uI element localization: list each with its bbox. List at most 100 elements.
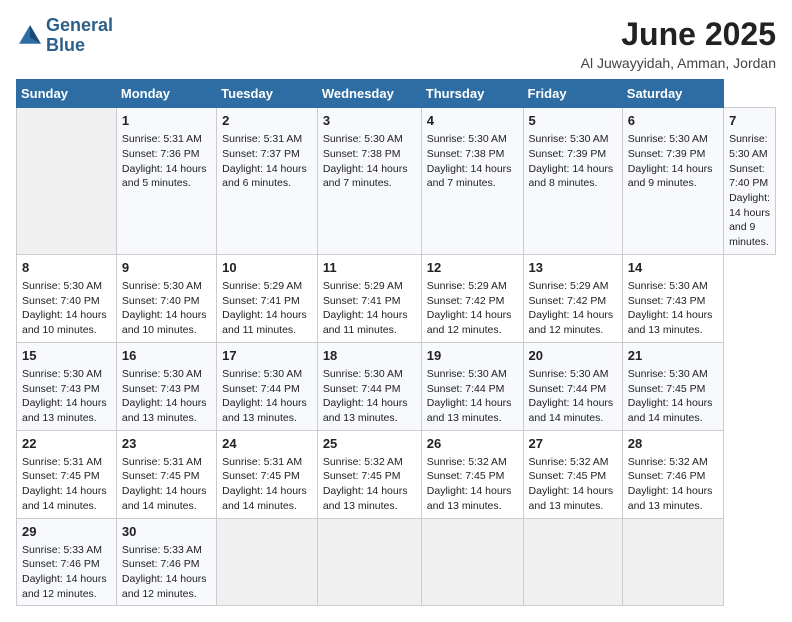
sunset-text: Sunset: 7:39 PM <box>529 148 607 160</box>
daylight-text: Daylight: 14 hours and 11 minutes. <box>323 309 408 336</box>
sunset-text: Sunset: 7:46 PM <box>22 558 100 570</box>
sunrise-text: Sunrise: 5:33 AM <box>122 544 202 556</box>
cell-content: 18Sunrise: 5:30 AMSunset: 7:44 PMDayligh… <box>323 347 416 426</box>
sunset-text: Sunset: 7:44 PM <box>323 383 401 395</box>
header-tuesday: Tuesday <box>217 80 318 108</box>
day-number: 12 <box>427 259 518 277</box>
sunrise-text: Sunrise: 5:30 AM <box>628 133 708 145</box>
cell-content: 2Sunrise: 5:31 AMSunset: 7:37 PMDaylight… <box>222 112 312 191</box>
cell-content: 20Sunrise: 5:30 AMSunset: 7:44 PMDayligh… <box>529 347 617 426</box>
day-number: 5 <box>529 112 617 130</box>
header-thursday: Thursday <box>421 80 523 108</box>
calendar-cell: 13Sunrise: 5:29 AMSunset: 7:42 PMDayligh… <box>523 254 622 342</box>
daylight-text: Daylight: 14 hours and 13 minutes. <box>222 397 307 424</box>
cell-content: 25Sunrise: 5:32 AMSunset: 7:45 PMDayligh… <box>323 435 416 514</box>
daylight-text: Daylight: 14 hours and 12 minutes. <box>22 573 107 600</box>
cell-content: 26Sunrise: 5:32 AMSunset: 7:45 PMDayligh… <box>427 435 518 514</box>
month-title: June 2025 <box>581 16 776 53</box>
calendar-cell: 25Sunrise: 5:32 AMSunset: 7:45 PMDayligh… <box>317 430 421 518</box>
day-number: 29 <box>22 523 111 541</box>
daylight-text: Daylight: 14 hours and 9 minutes. <box>729 192 770 248</box>
sunrise-text: Sunrise: 5:30 AM <box>122 280 202 292</box>
day-number: 8 <box>22 259 111 277</box>
calendar-cell: 20Sunrise: 5:30 AMSunset: 7:44 PMDayligh… <box>523 342 622 430</box>
sunrise-text: Sunrise: 5:30 AM <box>427 368 507 380</box>
day-number: 23 <box>122 435 211 453</box>
cell-content: 15Sunrise: 5:30 AMSunset: 7:43 PMDayligh… <box>22 347 111 426</box>
sunset-text: Sunset: 7:41 PM <box>323 295 401 307</box>
sunset-text: Sunset: 7:40 PM <box>22 295 100 307</box>
calendar-week-row: 1Sunrise: 5:31 AMSunset: 7:36 PMDaylight… <box>17 108 776 255</box>
calendar-cell: 24Sunrise: 5:31 AMSunset: 7:45 PMDayligh… <box>217 430 318 518</box>
daylight-text: Daylight: 14 hours and 14 minutes. <box>529 397 614 424</box>
day-number: 6 <box>628 112 718 130</box>
sunrise-text: Sunrise: 5:31 AM <box>122 133 202 145</box>
sunset-text: Sunset: 7:45 PM <box>427 470 505 482</box>
cell-content: 22Sunrise: 5:31 AMSunset: 7:45 PMDayligh… <box>22 435 111 514</box>
sunrise-text: Sunrise: 5:30 AM <box>222 368 302 380</box>
header-monday: Monday <box>116 80 216 108</box>
header: General Blue June 2025 Al Juwayyidah, Am… <box>16 16 776 71</box>
sunrise-text: Sunrise: 5:30 AM <box>323 133 403 145</box>
daylight-text: Daylight: 14 hours and 13 minutes. <box>427 485 512 512</box>
calendar-cell: 15Sunrise: 5:30 AMSunset: 7:43 PMDayligh… <box>17 342 117 430</box>
sunrise-text: Sunrise: 5:33 AM <box>22 544 102 556</box>
sunset-text: Sunset: 7:45 PM <box>628 383 706 395</box>
sunset-text: Sunset: 7:40 PM <box>729 163 768 190</box>
sunrise-text: Sunrise: 5:31 AM <box>222 456 302 468</box>
daylight-text: Daylight: 14 hours and 7 minutes. <box>427 163 512 190</box>
sunset-text: Sunset: 7:45 PM <box>122 470 200 482</box>
calendar-cell: 29 Sunrise: 5:33 AM Sunset: 7:46 PM Dayligh… <box>17 518 117 606</box>
calendar-cell: 12Sunrise: 5:29 AMSunset: 7:42 PMDayligh… <box>421 254 523 342</box>
sunrise-text: Sunrise: 5:30 AM <box>729 133 768 160</box>
sunset-text: Sunset: 7:41 PM <box>222 295 300 307</box>
cell-content: 5 Sunrise: 5:30 AM Sunset: 7:39 PM Daylight… <box>529 112 617 191</box>
day-number: 10 <box>222 259 312 277</box>
calendar-cell: 10Sunrise: 5:29 AMSunset: 7:41 PMDayligh… <box>217 254 318 342</box>
cell-content: 13Sunrise: 5:29 AMSunset: 7:42 PMDayligh… <box>529 259 617 338</box>
sunset-text: Sunset: 7:45 PM <box>222 470 300 482</box>
daylight-text: Daylight: 14 hours and 12 minutes. <box>122 573 207 600</box>
sunset-text: Sunset: 7:44 PM <box>427 383 505 395</box>
day-number: 20 <box>529 347 617 365</box>
day-number: 25 <box>323 435 416 453</box>
header-wednesday: Wednesday <box>317 80 421 108</box>
calendar-week-row: 8 Sunrise: 5:30 AM Sunset: 7:40 PM Daylight… <box>17 254 776 342</box>
sunset-text: Sunset: 7:42 PM <box>529 295 607 307</box>
calendar-cell <box>17 108 117 255</box>
sunset-text: Sunset: 7:45 PM <box>22 470 100 482</box>
sunset-text: Sunset: 7:39 PM <box>628 148 706 160</box>
calendar-week-row: 15Sunrise: 5:30 AMSunset: 7:43 PMDayligh… <box>17 342 776 430</box>
sunrise-text: Sunrise: 5:32 AM <box>427 456 507 468</box>
header-sunday: Sunday <box>17 80 117 108</box>
calendar-header-row: SundayMondayTuesdayWednesdayThursdayFrid… <box>17 80 776 108</box>
daylight-text: Daylight: 14 hours and 8 minutes. <box>529 163 614 190</box>
sunset-text: Sunset: 7:46 PM <box>122 558 200 570</box>
sunrise-text: Sunrise: 5:30 AM <box>529 133 609 145</box>
calendar-cell: 4Sunrise: 5:30 AMSunset: 7:38 PMDaylight… <box>421 108 523 255</box>
calendar-cell <box>317 518 421 606</box>
cell-content: 27Sunrise: 5:32 AMSunset: 7:45 PMDayligh… <box>529 435 617 514</box>
header-saturday: Saturday <box>622 80 723 108</box>
sunset-text: Sunset: 7:45 PM <box>323 470 401 482</box>
sunrise-text: Sunrise: 5:30 AM <box>22 368 102 380</box>
calendar-cell: 8Sunrise: 5:30 AMSunset: 7:40 PMDaylight… <box>17 254 117 342</box>
calendar-cell: 9Sunrise: 5:30 AMSunset: 7:40 PMDaylight… <box>116 254 216 342</box>
day-number: 14 <box>628 259 718 277</box>
location-title: Al Juwayyidah, Amman, Jordan <box>581 55 776 71</box>
calendar-cell <box>622 518 723 606</box>
sunset-text: Sunset: 7:38 PM <box>323 148 401 160</box>
calendar-week-row: 29 Sunrise: 5:33 AM Sunset: 7:46 PM Dayligh… <box>17 518 776 606</box>
day-number: 15 <box>22 347 111 365</box>
cell-content: 9Sunrise: 5:30 AMSunset: 7:40 PMDaylight… <box>122 259 211 338</box>
cell-content: 1Sunrise: 5:31 AMSunset: 7:36 PMDaylight… <box>122 112 211 191</box>
sunrise-text: Sunrise: 5:30 AM <box>529 368 609 380</box>
sunset-text: Sunset: 7:40 PM <box>122 295 200 307</box>
calendar-cell: 23Sunrise: 5:31 AMSunset: 7:45 PMDayligh… <box>116 430 216 518</box>
sunrise-text: Sunrise: 5:30 AM <box>427 133 507 145</box>
sunrise-text: Sunrise: 5:32 AM <box>323 456 403 468</box>
calendar-cell: 26Sunrise: 5:32 AMSunset: 7:45 PMDayligh… <box>421 430 523 518</box>
cell-content: 6Sunrise: 5:30 AMSunset: 7:39 PMDaylight… <box>628 112 718 191</box>
logo-icon <box>16 22 44 50</box>
day-number: 27 <box>529 435 617 453</box>
